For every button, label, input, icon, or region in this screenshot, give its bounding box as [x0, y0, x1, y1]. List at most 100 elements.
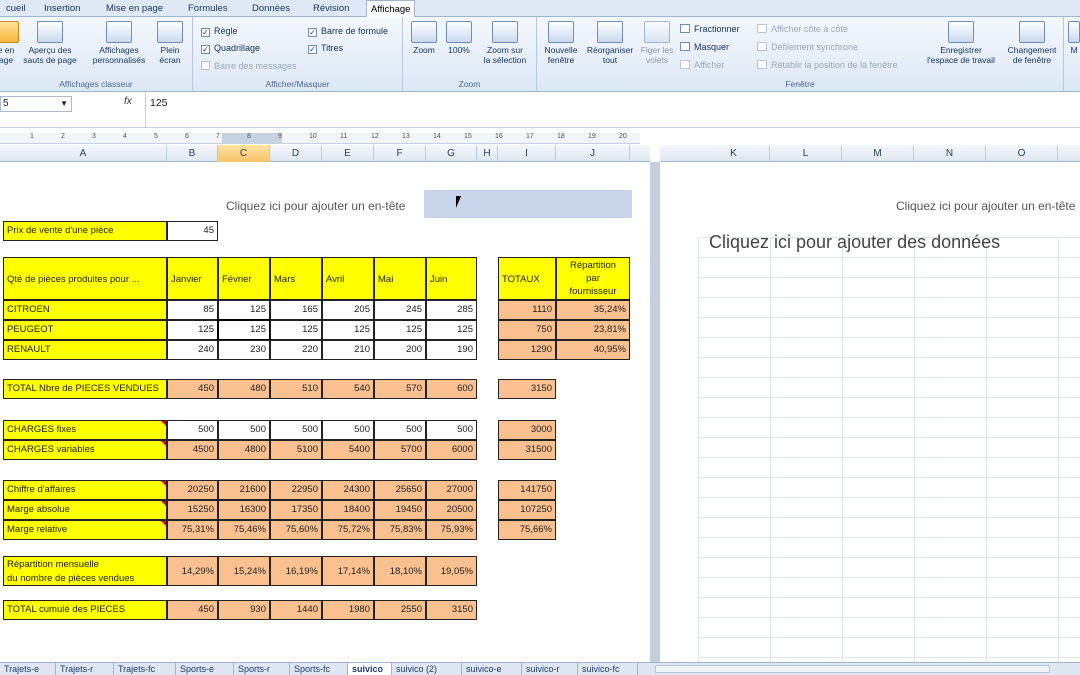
- repartition-mensuelle-value-cell[interactable]: 17,14%: [322, 556, 374, 586]
- masquer-button[interactable]: Masquer: [680, 41, 729, 53]
- value-cell[interactable]: 125: [322, 320, 374, 340]
- quadrillage-checkbox[interactable]: ✓ Quadrillage: [201, 42, 260, 54]
- marge-relative-value-cell[interactable]: 75,93%: [426, 520, 477, 540]
- value-cell[interactable]: 125: [270, 320, 322, 340]
- fractionner-button[interactable]: Fractionner: [680, 23, 740, 35]
- charges-variables-value-cell[interactable]: 4800: [218, 440, 270, 460]
- value-cell[interactable]: 165: [270, 300, 322, 320]
- titres-checkbox[interactable]: ✓ Titres: [308, 42, 343, 54]
- sheet-tab[interactable]: suivico-e: [462, 663, 522, 675]
- marge-absolue-value-cell[interactable]: 20500: [426, 500, 477, 520]
- charges-fixes-value-cell[interactable]: 500: [426, 420, 477, 440]
- repartition-cell[interactable]: 23,81%: [556, 320, 630, 340]
- prix-label-cell[interactable]: Prix de vente d'une pièce: [3, 221, 167, 241]
- marge-absolue-value-cell[interactable]: 18400: [322, 500, 374, 520]
- sheet-tab[interactable]: suivico (2): [392, 663, 462, 675]
- total-pieces-value-cell[interactable]: 570: [374, 379, 426, 399]
- value-cell[interactable]: 85: [167, 300, 218, 320]
- marge-absolue-value-cell[interactable]: 19450: [374, 500, 426, 520]
- column-header-j[interactable]: J: [556, 145, 630, 162]
- value-cell[interactable]: 125: [426, 320, 477, 340]
- total-pieces-total-cell[interactable]: 3150: [498, 379, 556, 399]
- full-screen-button[interactable]: Plein écran: [154, 21, 186, 65]
- tab-mise-en-page[interactable]: Mise en page: [102, 0, 167, 17]
- month-header-cell[interactable]: Mai: [374, 257, 426, 300]
- sheet-tab[interactable]: suivico-r: [522, 663, 578, 675]
- charges-fixes-label-cell[interactable]: CHARGES fixes: [3, 420, 167, 440]
- row-label-cell[interactable]: PEUGEOT: [3, 320, 167, 340]
- repartition-mensuelle-value-cell[interactable]: 18,10%: [374, 556, 426, 586]
- row-label-cell[interactable]: CITROEN: [3, 300, 167, 320]
- charges-fixes-total-cell[interactable]: 3000: [498, 420, 556, 440]
- charges-fixes-value-cell[interactable]: 500: [270, 420, 322, 440]
- sheet-tab[interactable]: suivico: [348, 663, 392, 675]
- defilement-synchrone-button[interactable]: Défilement synchrone: [757, 41, 858, 53]
- value-cell[interactable]: 220: [270, 340, 322, 360]
- total-pieces-value-cell[interactable]: 510: [270, 379, 322, 399]
- marge-relative-value-cell[interactable]: 75,31%: [167, 520, 218, 540]
- column-header-o[interactable]: O: [986, 145, 1058, 162]
- sheet-tab[interactable]: Sports-fc: [290, 663, 348, 675]
- custom-views-button[interactable]: Affichages personnalisés: [88, 21, 150, 65]
- repartition-mensuelle-value-cell[interactable]: 14,29%: [167, 556, 218, 586]
- cote-a-cote-button[interactable]: Afficher côte à côte: [757, 23, 848, 35]
- total-cell[interactable]: 1290: [498, 340, 556, 360]
- sheet-tab[interactable]: Trajets-fc: [114, 663, 176, 675]
- marge-absolue-value-cell[interactable]: 16300: [218, 500, 270, 520]
- value-cell[interactable]: 245: [374, 300, 426, 320]
- charges-variables-label-cell[interactable]: CHARGES variables: [3, 440, 167, 460]
- value-cell[interactable]: 125: [374, 320, 426, 340]
- sheet-tab[interactable]: Sports-r: [234, 663, 290, 675]
- chiffre-affaires-total-cell[interactable]: 141750: [498, 480, 556, 500]
- fx-icon[interactable]: fx: [124, 96, 132, 107]
- column-header-h[interactable]: H: [477, 145, 498, 162]
- month-header-cell[interactable]: Février: [218, 257, 270, 300]
- marge-absolue-total-cell[interactable]: 107250: [498, 500, 556, 520]
- marge-relative-value-cell[interactable]: 75,72%: [322, 520, 374, 540]
- column-header-b[interactable]: B: [167, 145, 218, 162]
- empty-grid[interactable]: [698, 237, 1080, 662]
- qte-label-cell[interactable]: Qté de pièces produites pour ...: [3, 257, 167, 300]
- sheet-tab[interactable]: Trajets-e: [0, 663, 56, 675]
- repartition-mensuelle-label-cell[interactable]: Répartition mensuelle du nombre de pièce…: [3, 556, 167, 586]
- total-cumule-value-cell[interactable]: 1440: [270, 600, 322, 620]
- tab-insertion[interactable]: Insertion: [40, 0, 84, 17]
- afficher-button[interactable]: Afficher: [680, 59, 724, 71]
- total-cumule-value-cell[interactable]: 1980: [322, 600, 374, 620]
- sheet-tab[interactable]: suivico-fc: [578, 663, 638, 675]
- retablir-position-button[interactable]: Rétablir la position de la fenêtre: [757, 59, 898, 71]
- charges-fixes-value-cell[interactable]: 500: [322, 420, 374, 440]
- marge-relative-value-cell[interactable]: 75,83%: [374, 520, 426, 540]
- chiffre-affaires-value-cell[interactable]: 22950: [270, 480, 322, 500]
- column-header-f[interactable]: F: [374, 145, 426, 162]
- formula-input[interactable]: 125: [150, 97, 168, 109]
- total-cell[interactable]: 750: [498, 320, 556, 340]
- tab-revision[interactable]: Révision: [309, 0, 353, 17]
- tab-accueil[interactable]: cueil: [2, 0, 30, 17]
- horizontal-scrollbar[interactable]: [655, 665, 1050, 673]
- chiffre-affaires-label-cell[interactable]: Chiffre d'affaires: [3, 480, 167, 500]
- chiffre-affaires-value-cell[interactable]: 20250: [167, 480, 218, 500]
- charges-variables-value-cell[interactable]: 5100: [270, 440, 322, 460]
- charges-variables-value-cell[interactable]: 5700: [374, 440, 426, 460]
- month-header-cell[interactable]: Juin: [426, 257, 477, 300]
- repartition-mensuelle-value-cell[interactable]: 15,24%: [218, 556, 270, 586]
- column-header-k[interactable]: K: [698, 145, 770, 162]
- charges-fixes-value-cell[interactable]: 500: [218, 420, 270, 440]
- figer-volets-button[interactable]: Figer les volets: [637, 21, 677, 65]
- regle-checkbox[interactable]: ✓ Règle: [201, 25, 238, 37]
- total-cumule-value-cell[interactable]: 3150: [426, 600, 477, 620]
- total-cell[interactable]: 1110: [498, 300, 556, 320]
- barre-formule-checkbox[interactable]: ✓ Barre de formule: [308, 25, 388, 37]
- tab-affichage[interactable]: Affichage: [366, 0, 416, 18]
- column-header-d[interactable]: D: [270, 145, 322, 162]
- repartition-cell[interactable]: 35,24%: [556, 300, 630, 320]
- charges-variables-value-cell[interactable]: 5400: [322, 440, 374, 460]
- repartition-header-cell[interactable]: Répartition par fournisseur: [556, 257, 630, 300]
- value-cell[interactable]: 210: [322, 340, 374, 360]
- tab-donnees[interactable]: Données: [248, 0, 294, 17]
- repartition-cell[interactable]: 40,95%: [556, 340, 630, 360]
- dropdown-arrow-icon[interactable]: ▼: [60, 97, 68, 111]
- column-header-i[interactable]: I: [498, 145, 556, 162]
- sheet-tab[interactable]: Sports-e: [176, 663, 234, 675]
